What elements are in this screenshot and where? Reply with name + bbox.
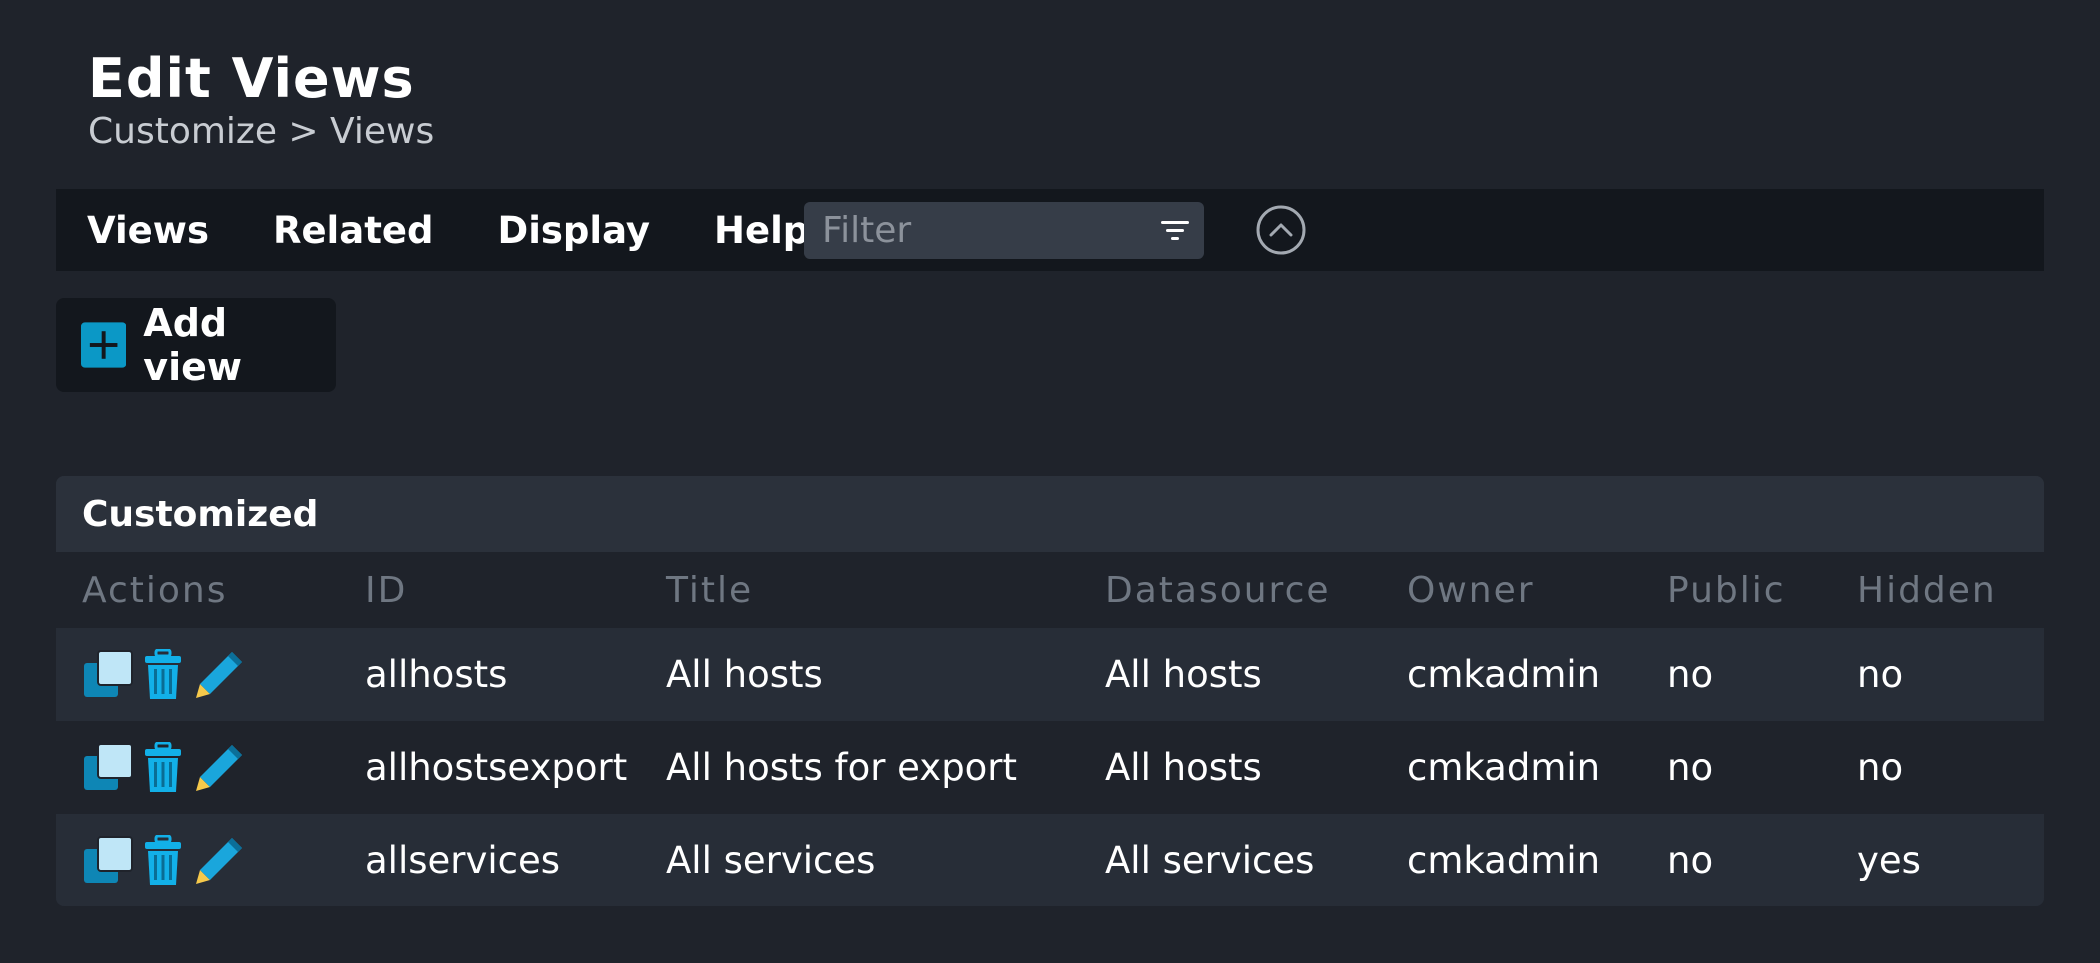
add-view-label: Add view	[143, 301, 242, 389]
table-row: allhostsexport All hosts for export All …	[56, 721, 2044, 814]
add-view-button[interactable]: Add view	[56, 298, 336, 392]
trash-icon[interactable]	[142, 648, 184, 701]
cell-public: no	[1667, 814, 1857, 906]
row-actions	[56, 721, 365, 814]
filter-input[interactable]	[822, 210, 1152, 251]
menu-display[interactable]: Display	[497, 209, 650, 252]
cell-id: allhostsexport	[365, 721, 666, 814]
views-table: Actions ID Title Datasource Owner Public…	[56, 552, 2044, 906]
cell-datasource: All hosts	[1105, 628, 1407, 721]
cell-public: no	[1667, 721, 1857, 814]
filter-box[interactable]	[804, 202, 1204, 259]
cell-datasource: All services	[1105, 814, 1407, 906]
plus-icon	[81, 322, 127, 368]
edit-pencil-icon[interactable]	[192, 834, 246, 888]
table-caption: Customized	[56, 476, 2044, 552]
row-actions	[56, 814, 365, 906]
cell-title[interactable]: All hosts for export	[666, 721, 1105, 814]
clone-icon[interactable]	[82, 649, 134, 700]
cell-title[interactable]: All hosts	[666, 628, 1105, 721]
column-header-title[interactable]: Title	[666, 552, 1105, 628]
menu-help[interactable]: Help	[714, 209, 809, 252]
table-row: allhosts All hosts All hosts cmkadmin no…	[56, 628, 2044, 721]
cell-public: no	[1667, 628, 1857, 721]
menu-views[interactable]: Views	[87, 209, 209, 252]
menubar: Views Related Display Help	[56, 189, 2044, 271]
menu-related[interactable]: Related	[273, 209, 434, 252]
column-header-hidden[interactable]: Hidden	[1857, 552, 2044, 628]
collapse-chevron-up-icon[interactable]	[1256, 205, 1306, 255]
column-header-actions: Actions	[56, 552, 365, 628]
table-row: allservices All services All services cm…	[56, 814, 2044, 906]
trash-icon[interactable]	[142, 741, 184, 794]
cell-owner: cmkadmin	[1407, 814, 1667, 906]
column-header-public[interactable]: Public	[1667, 552, 1857, 628]
edit-pencil-icon[interactable]	[192, 648, 246, 702]
column-header-owner[interactable]: Owner	[1407, 552, 1667, 628]
column-header-id[interactable]: ID	[365, 552, 666, 628]
column-header-datasource[interactable]: Datasource	[1105, 552, 1407, 628]
cell-datasource: All hosts	[1105, 721, 1407, 814]
cell-hidden: no	[1857, 628, 2044, 721]
trash-icon[interactable]	[142, 834, 184, 887]
cell-hidden: no	[1857, 721, 2044, 814]
views-table-card: Customized Actions ID Title Datasource O…	[56, 476, 2044, 906]
filter-icon[interactable]	[1160, 217, 1190, 245]
cell-hidden: yes	[1857, 814, 2044, 906]
row-actions	[56, 628, 365, 721]
edit-pencil-icon[interactable]	[192, 741, 246, 795]
cell-id: allhosts	[365, 628, 666, 721]
page-header: Edit Views Customize > Views	[88, 46, 434, 154]
breadcrumb[interactable]: Customize > Views	[88, 110, 434, 154]
clone-icon[interactable]	[82, 835, 134, 886]
page-title: Edit Views	[88, 47, 415, 110]
clone-icon[interactable]	[82, 742, 134, 793]
cell-title[interactable]: All services	[666, 814, 1105, 906]
table-header-row: Actions ID Title Datasource Owner Public…	[56, 552, 2044, 628]
cell-id: allservices	[365, 814, 666, 906]
cell-owner: cmkadmin	[1407, 721, 1667, 814]
cell-owner: cmkadmin	[1407, 628, 1667, 721]
